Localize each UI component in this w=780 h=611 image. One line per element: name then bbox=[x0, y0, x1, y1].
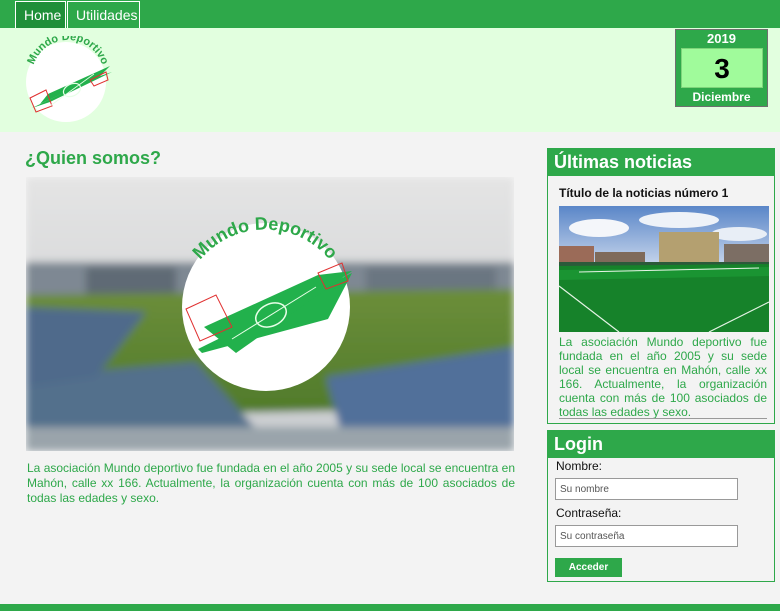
news-stadium-image[interactable] bbox=[559, 206, 769, 332]
site-logo[interactable]: Mundo Deportivo bbox=[20, 36, 116, 126]
password-input[interactable] bbox=[555, 525, 738, 547]
login-heading: Login bbox=[548, 431, 774, 458]
news-heading: Últimas noticias bbox=[548, 149, 774, 176]
password-label: Contraseña: bbox=[556, 506, 622, 520]
nav-utilidades-link[interactable]: Utilidades bbox=[67, 1, 140, 29]
login-panel: Login Nombre: Contraseña: Acceder bbox=[547, 430, 775, 582]
nav-home-link[interactable]: Home bbox=[15, 1, 66, 29]
news-item-title[interactable]: Título de la noticias número 1 bbox=[559, 186, 728, 200]
news-panel: Últimas noticias Título de la noticias n… bbox=[547, 148, 775, 424]
news-divider bbox=[559, 418, 767, 419]
site-header bbox=[0, 28, 780, 132]
footer-bar bbox=[0, 604, 780, 611]
name-input[interactable] bbox=[555, 478, 738, 500]
name-label: Nombre: bbox=[556, 459, 603, 473]
about-paragraph: La asociación Mundo deportivo fue fundad… bbox=[27, 461, 515, 505]
news-item-text: La asociación Mundo deportivo fue fundad… bbox=[559, 335, 767, 419]
page-title: ¿Quien somos? bbox=[25, 148, 162, 168]
top-navbar: Home Utilidades bbox=[0, 0, 780, 29]
date-widget: 2019 3 Diciembre bbox=[675, 29, 768, 107]
date-month: Diciembre bbox=[692, 90, 751, 104]
date-year: 2019 bbox=[707, 31, 736, 46]
login-submit-button[interactable]: Acceder bbox=[555, 558, 622, 577]
hero-stadium-image: Mundo Deportivo bbox=[26, 177, 514, 451]
date-day: 3 bbox=[681, 48, 763, 88]
